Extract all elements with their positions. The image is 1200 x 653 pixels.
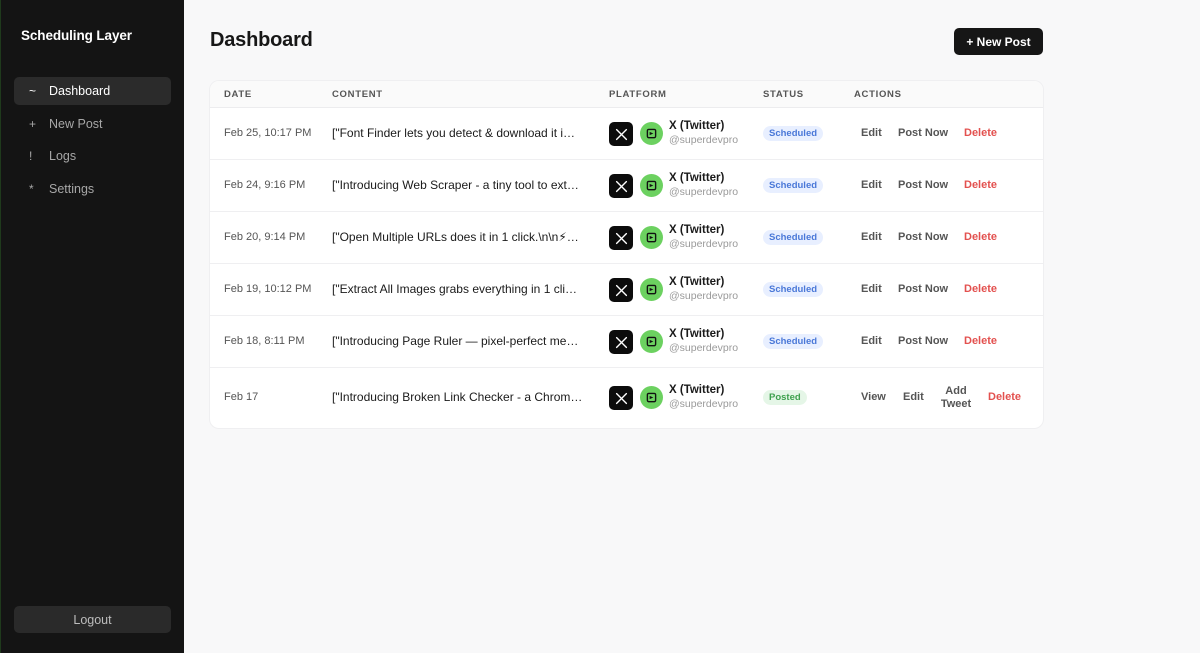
sidebar-item-label: New Post [49, 116, 103, 131]
post-now-button[interactable]: Post Now [898, 231, 948, 243]
sidebar-item-label: Dashboard [49, 84, 111, 98]
edit-button[interactable]: Edit [861, 231, 882, 243]
sidebar-item-settings[interactable]: * Settings [14, 175, 171, 203]
post-content: ["Introducing Broken Link Checker - a Ch… [332, 390, 583, 404]
post-content: ["Extract All Images grabs everything in… [332, 282, 578, 296]
logout-button[interactable]: Logout [14, 606, 171, 633]
table-row: Feb 25, 10:17 PM ["Font Finder lets you … [210, 108, 1043, 160]
post-date: Feb 20, 9:14 PM [224, 231, 306, 243]
delete-button[interactable]: Delete [964, 179, 997, 191]
delete-button[interactable]: Delete [964, 335, 997, 347]
table-row: Feb 17 ["Introducing Broken Link Checker… [210, 368, 1043, 428]
app-logo-icon [640, 122, 663, 145]
post-date: Feb 17 [224, 391, 259, 403]
edit-button[interactable]: Edit [861, 335, 882, 347]
x-logo-icon [609, 122, 633, 146]
post-date: Feb 18, 8:11 PM [224, 335, 305, 347]
platform-handle: @superdevpro [669, 290, 739, 302]
table-row: Feb 24, 9:16 PM ["Introducing Web Scrape… [210, 160, 1043, 212]
table-row: Feb 20, 9:14 PM ["Open Multiple URLs doe… [210, 212, 1043, 264]
app-logo-icon [640, 278, 663, 301]
sidebar-item-dashboard[interactable]: ~ Dashboard [14, 77, 171, 105]
sidebar-item-label: Logs [49, 149, 77, 163]
platform-name: X (Twitter) [669, 120, 725, 132]
platform-handle: @superdevpro [669, 134, 739, 146]
post-now-button[interactable]: Post Now [898, 179, 948, 191]
tilde-icon: ~ [29, 84, 37, 98]
status-badge: Posted [763, 390, 807, 405]
edit-button[interactable]: Edit [903, 391, 924, 403]
post-now-button[interactable]: Post Now [898, 283, 948, 295]
view-button[interactable]: View [861, 391, 886, 403]
app-logo-icon [640, 386, 663, 409]
edit-button[interactable]: Edit [861, 127, 882, 139]
platform-name: X (Twitter) [669, 172, 725, 184]
post-date: Feb 24, 9:16 PM [224, 179, 306, 191]
post-date: Feb 25, 10:17 PM [224, 127, 312, 139]
x-logo-icon [609, 226, 633, 250]
x-logo-icon [609, 386, 633, 410]
platform-handle: @superdevpro [669, 398, 739, 410]
main-content: Dashboard + New Post DATE CONTENT PLATFO… [184, 0, 1200, 653]
add-tweet-button[interactable]: Add Tweet [940, 385, 972, 411]
delete-button[interactable]: Delete [988, 391, 1021, 403]
platform-handle: @superdevpro [669, 342, 739, 354]
column-header-content: CONTENT [332, 89, 383, 100]
column-header-platform: PLATFORM [609, 89, 667, 100]
platform-name: X (Twitter) [669, 224, 725, 236]
x-logo-icon [609, 174, 633, 198]
plus-icon: + [29, 116, 37, 131]
sidebar: Scheduling Layer ~ Dashboard + New Post … [0, 0, 184, 653]
post-content: ["Open Multiple URLs does it in 1 click.… [332, 230, 579, 244]
table-row: Feb 18, 8:11 PM ["Introducing Page Ruler… [210, 316, 1043, 368]
sidebar-item-logs[interactable]: ! Logs [14, 142, 171, 170]
table-row: Feb 19, 10:12 PM ["Extract All Images gr… [210, 264, 1043, 316]
post-now-button[interactable]: Post Now [898, 127, 948, 139]
column-header-actions: ACTIONS [854, 89, 902, 100]
platform-name: X (Twitter) [669, 328, 725, 340]
post-date: Feb 19, 10:12 PM [224, 283, 312, 295]
status-badge: Scheduled [763, 334, 824, 349]
status-badge: Scheduled [763, 126, 824, 141]
brand-title: Scheduling Layer [21, 28, 132, 43]
edit-button[interactable]: Edit [861, 179, 882, 191]
asterisk-icon: * [29, 181, 34, 196]
column-header-status: STATUS [763, 89, 804, 100]
delete-button[interactable]: Delete [964, 283, 997, 295]
delete-button[interactable]: Delete [964, 231, 997, 243]
app-logo-icon [640, 174, 663, 197]
x-logo-icon [609, 278, 633, 302]
edit-button[interactable]: Edit [861, 283, 882, 295]
column-header-date: DATE [224, 89, 252, 100]
platform-handle: @superdevpro [669, 238, 739, 250]
post-content: ["Font Finder lets you detect & download… [332, 126, 576, 140]
post-content: ["Introducing Web Scraper - a tiny tool … [332, 178, 579, 192]
platform-handle: @superdevpro [669, 186, 739, 198]
sidebar-item-label: Settings [49, 181, 95, 196]
post-now-button[interactable]: Post Now [898, 335, 948, 347]
platform-name: X (Twitter) [669, 276, 725, 288]
status-badge: Scheduled [763, 230, 824, 245]
app-logo-icon [640, 330, 663, 353]
new-post-button[interactable]: + New Post [954, 28, 1043, 55]
table-header: DATE CONTENT PLATFORM STATUS ACTIONS [210, 81, 1043, 108]
sidebar-item-new-post[interactable]: + New Post [14, 110, 171, 138]
page-title: Dashboard [210, 29, 313, 51]
platform-name: X (Twitter) [669, 384, 725, 396]
posts-table: DATE CONTENT PLATFORM STATUS ACTIONS Feb… [210, 81, 1043, 428]
app-logo-icon [640, 226, 663, 249]
status-badge: Scheduled [763, 178, 824, 193]
exclamation-icon: ! [29, 149, 33, 163]
delete-button[interactable]: Delete [964, 127, 997, 139]
status-badge: Scheduled [763, 282, 824, 297]
x-logo-icon [609, 330, 633, 354]
app-window: Scheduling Layer ~ Dashboard + New Post … [0, 0, 1200, 653]
post-content: ["Introducing Page Ruler — pixel-perfect… [332, 334, 579, 348]
sidebar-nav: ~ Dashboard + New Post ! Logs * Settings [14, 77, 171, 207]
